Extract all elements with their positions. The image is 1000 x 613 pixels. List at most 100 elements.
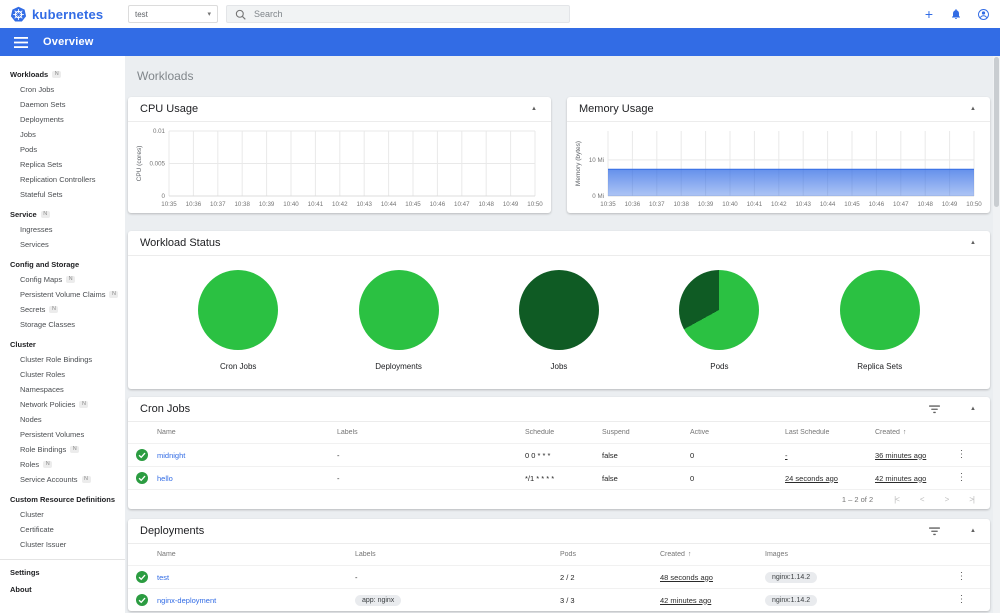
sidebar-section-config-and-storage[interactable]: Config and Storage <box>0 257 125 272</box>
svg-text:0 Mi: 0 Mi <box>592 193 604 200</box>
page-header-title: Overview <box>43 36 94 48</box>
column-header-label: Created <box>660 551 685 558</box>
sidebar-section-custom-resource-definitions[interactable]: Custom Resource Definitions <box>0 492 125 507</box>
search-input[interactable] <box>254 9 561 19</box>
name-link[interactable]: midnight <box>157 451 185 460</box>
column-header-images[interactable]: Images <box>765 551 947 558</box>
user-account-button[interactable] <box>974 5 992 23</box>
hamburger-menu-icon[interactable] <box>14 36 28 48</box>
row-actions-menu-button[interactable]: ⋮ <box>957 450 967 460</box>
created-link[interactable]: 36 minutes ago <box>875 451 926 460</box>
card-title: CPU Usage <box>140 103 199 115</box>
column-header-active[interactable]: Active <box>690 429 785 436</box>
suspend-cell: false <box>602 473 618 483</box>
sidebar-item-replica-sets[interactable]: Replica Sets <box>0 157 125 172</box>
sidebar-item-replication-controllers[interactable]: Replication Controllers <box>0 172 125 187</box>
sidebar-item-cluster[interactable]: Cluster <box>0 507 125 522</box>
sidebar-item-network-policies[interactable]: Network Policies N <box>0 397 125 412</box>
sidebar-item-namespaces[interactable]: Namespaces <box>0 382 125 397</box>
last_schedule-link[interactable]: 24 seconds ago <box>785 474 838 483</box>
sidebar-item-jobs[interactable]: Jobs <box>0 127 125 142</box>
name-link[interactable]: hello <box>157 474 173 483</box>
sidebar-item-cluster-role-bindings[interactable]: Cluster Role Bindings <box>0 352 125 367</box>
sidebar-item-cluster-issuer[interactable]: Cluster Issuer <box>0 537 125 552</box>
status-ok-icon <box>136 571 157 583</box>
name-link[interactable]: test <box>157 573 169 582</box>
collapse-card-button[interactable]: ▲ <box>968 238 978 248</box>
created-link[interactable]: 42 minutes ago <box>660 596 711 605</box>
svg-text:10:42: 10:42 <box>771 201 787 208</box>
sidebar-item-cluster-roles[interactable]: Cluster Roles <box>0 367 125 382</box>
sidebar-item-services[interactable]: Services <box>0 237 125 252</box>
svg-text:10:43: 10:43 <box>795 201 811 208</box>
column-header-name[interactable]: Name <box>157 551 355 558</box>
memory-usage-card: Memory Usage ▲ 10:35 10:36 10:37 10:38 10:39… <box>567 97 990 213</box>
last-page-button[interactable]: >| <box>969 495 975 504</box>
sidebar-item-stateful-sets[interactable]: Stateful Sets <box>0 187 125 202</box>
sidebar-item-roles[interactable]: Roles N <box>0 457 125 472</box>
svg-text:10:46: 10:46 <box>430 201 446 208</box>
column-header-last-schedule[interactable]: Last Schedule <box>785 429 875 436</box>
sidebar-section-service[interactable]: Service N <box>0 207 125 222</box>
row-actions-menu-button[interactable]: ⋮ <box>957 572 967 582</box>
namespace-selector[interactable]: test ▾ <box>128 5 218 23</box>
sidebar-item-persistent-volume-claims[interactable]: Persistent Volume Claims N <box>0 287 125 302</box>
name-cell: nginx-deployment <box>157 596 355 605</box>
scrollbar-thumb[interactable] <box>994 57 999 207</box>
sidebar-item-cron-jobs[interactable]: Cron Jobs <box>0 82 125 97</box>
column-header-created[interactable]: Created ↑ <box>875 429 947 436</box>
column-header-name[interactable]: Name <box>157 429 337 436</box>
column-header-created[interactable]: Created ↑ <box>660 551 765 558</box>
collapse-card-button[interactable]: ▲ <box>968 104 978 114</box>
svg-text:Memory (bytes): Memory (bytes) <box>575 141 582 186</box>
last_schedule-link[interactable]: - <box>785 451 788 460</box>
sidebar-item-label: Jobs <box>20 130 36 139</box>
previous-page-button[interactable]: < <box>920 495 925 504</box>
created-cell: 42 minutes ago <box>660 596 765 605</box>
sidebar-item-label: Cluster Roles <box>20 370 66 379</box>
next-page-button[interactable]: > <box>945 495 950 504</box>
filter-button[interactable] <box>927 525 942 538</box>
column-header-suspend[interactable]: Suspend <box>602 429 690 436</box>
filter-button[interactable] <box>927 403 942 416</box>
sidebar-item-label: Pods <box>20 145 38 154</box>
notifications-button[interactable] <box>947 5 965 23</box>
column-header-schedule[interactable]: Schedule <box>525 429 602 436</box>
sidebar-item-secrets[interactable]: Secrets N <box>0 302 125 317</box>
row-actions-menu-button[interactable]: ⋮ <box>957 473 967 483</box>
sidebar-item-role-bindings[interactable]: Role Bindings N <box>0 442 125 457</box>
sidebar-section-cluster[interactable]: Cluster <box>0 337 125 352</box>
sidebar-item-certificate[interactable]: Certificate <box>0 522 125 537</box>
pie-label: Deployments <box>375 362 422 371</box>
row-actions-menu-button[interactable]: ⋮ <box>957 595 967 605</box>
sidebar-item-service-accounts[interactable]: Service Accounts N <box>0 472 125 487</box>
sidebar-section-workloads[interactable]: Workloads N <box>0 67 125 82</box>
created-link[interactable]: 42 minutes ago <box>875 474 926 483</box>
sidebar-item-storage-classes[interactable]: Storage Classes <box>0 317 125 332</box>
collapse-card-button[interactable]: ▲ <box>968 404 978 414</box>
create-resource-button[interactable]: + <box>920 5 938 23</box>
sidebar-item-config-maps[interactable]: Config Maps N <box>0 272 125 287</box>
sidebar-item-about[interactable]: About <box>0 581 125 598</box>
sidebar-item-deployments[interactable]: Deployments <box>0 112 125 127</box>
sidebar-item-nodes[interactable]: Nodes <box>0 412 125 427</box>
sidebar-item-settings[interactable]: Settings <box>0 564 125 581</box>
sidebar-item-pods[interactable]: Pods <box>0 142 125 157</box>
pie-label: Jobs <box>550 362 568 371</box>
created-link[interactable]: 48 seconds ago <box>660 573 713 582</box>
sidebar-item-ingresses[interactable]: Ingresses <box>0 222 125 237</box>
cron-jobs-table: Name Labels Schedule Suspend Active Last Sche… <box>128 422 990 489</box>
vertical-scrollbar[interactable] <box>993 56 1000 613</box>
column-header-pods[interactable]: Pods <box>560 551 660 558</box>
collapse-card-button[interactable]: ▲ <box>968 526 978 536</box>
sidebar-item-daemon-sets[interactable]: Daemon Sets <box>0 97 125 112</box>
name-link[interactable]: nginx-deployment <box>157 596 216 605</box>
sidebar-item-persistent-volumes[interactable]: Persistent Volumes <box>0 427 125 442</box>
collapse-card-button[interactable]: ▲ <box>529 104 539 114</box>
workload-pie-cron-jobs: Cron Jobs <box>173 270 303 371</box>
sidebar-item-label: Config and Storage <box>10 260 80 269</box>
first-page-button[interactable]: |< <box>894 495 900 504</box>
column-header-labels[interactable]: Labels <box>355 551 560 558</box>
sidebar-item-label: Cron Jobs <box>20 85 55 94</box>
column-header-labels[interactable]: Labels <box>337 429 525 436</box>
